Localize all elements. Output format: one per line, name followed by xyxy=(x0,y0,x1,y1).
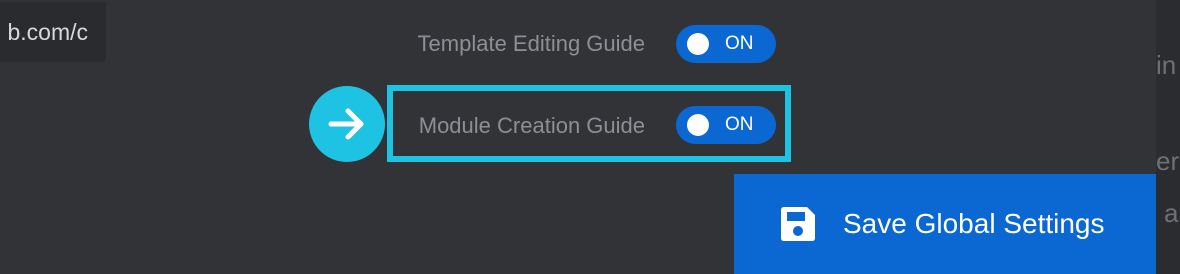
toggle-state-label: ON xyxy=(725,33,754,54)
toggle-state-label: ON xyxy=(725,114,754,135)
module-creation-guide-toggle[interactable]: ON xyxy=(676,106,776,144)
arrow-right-icon xyxy=(309,86,385,162)
background-text-fragment: a xyxy=(1164,198,1179,228)
module-creation-guide-label: Module Creation Guide xyxy=(418,113,645,138)
background-text-fragment: in xyxy=(1156,50,1177,80)
save-global-settings-label: Save Global Settings xyxy=(843,208,1105,239)
toggle-knob xyxy=(687,114,709,136)
template-editing-guide-toggle[interactable]: ON xyxy=(676,25,776,63)
background-page-strip: in er a xyxy=(1156,0,1180,274)
save-global-settings-button[interactable]: Save Global Settings xyxy=(734,174,1156,274)
arrow-right-icon-graphic xyxy=(328,108,364,140)
url-tooltip: b.com/c xyxy=(0,2,106,62)
background-text-fragment: er xyxy=(1156,146,1180,176)
toggle-knob xyxy=(687,33,709,55)
floppy-disk-icon xyxy=(781,207,815,241)
template-editing-guide-label: Template Editing Guide xyxy=(417,31,645,56)
